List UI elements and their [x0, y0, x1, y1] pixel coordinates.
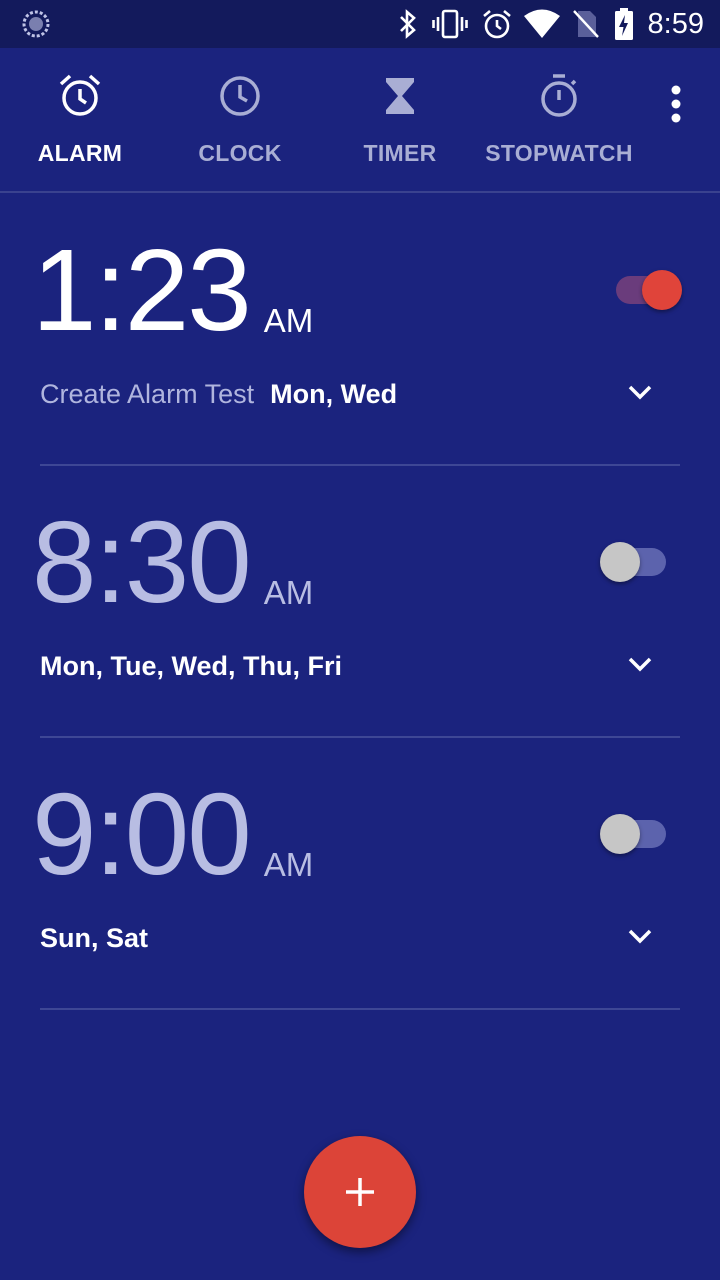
tab-label: STOPWATCH: [485, 140, 633, 166]
alarm-clock-icon: [56, 72, 104, 120]
alarm-ampm: AM: [263, 574, 314, 611]
no-sim-icon: [570, 8, 602, 40]
alarm-info[interactable]: Mon, Tue, Wed, Thu, Fri: [40, 646, 342, 686]
alarm-info[interactable]: Sun, Sat: [40, 918, 148, 958]
alarm-time-row[interactable]: 8:30 AM: [32, 502, 313, 622]
alarm-time[interactable]: 9:00: [32, 774, 252, 894]
alarm-item[interactable]: 8:30 AM Mon, Tue, Wed, Thu, Fri: [0, 466, 720, 738]
tab-label: TIMER: [363, 140, 437, 166]
bluetooth-icon: [394, 8, 422, 40]
chevron-down-icon: [628, 657, 652, 672]
alarm-item[interactable]: 1:23 AM Create Alarm Test Mon, Wed: [0, 194, 720, 466]
toggle-thumb: [600, 814, 640, 854]
alarm-days: Mon, Tue, Wed, Thu, Fri: [40, 651, 342, 681]
more-vert-icon: [671, 85, 681, 123]
loading-icon: [20, 8, 52, 40]
tab-label: CLOCK: [198, 140, 282, 166]
tabs-divider: [0, 191, 720, 193]
alarm-time[interactable]: 1:23: [32, 230, 252, 350]
status-bar: 8:59: [0, 0, 720, 48]
tab-clock[interactable]: CLOCK: [160, 48, 320, 192]
alarm-days: Mon, Wed: [270, 379, 398, 409]
alarm-toggle[interactable]: [616, 266, 696, 314]
tab-bar: ALARM CLOCK TIMER STOPWATCH: [0, 48, 720, 192]
expand-button[interactable]: [620, 916, 660, 956]
overflow-menu-button[interactable]: [652, 78, 700, 134]
wifi-icon: [522, 8, 562, 40]
alarm-toggle[interactable]: [600, 810, 680, 858]
tab-alarm[interactable]: ALARM: [0, 48, 160, 192]
alarm-label: Create Alarm Test: [40, 379, 255, 409]
alarm-days: Sun, Sat: [40, 923, 149, 953]
battery-charging-icon: [612, 8, 636, 40]
clock-icon: [216, 72, 264, 120]
tab-label: ALARM: [37, 140, 123, 166]
chevron-down-icon: [628, 385, 652, 400]
plus-icon: [346, 1178, 374, 1206]
alarm-item[interactable]: 9:00 AM Sun, Sat: [0, 738, 720, 1010]
alarm-ampm: AM: [263, 846, 314, 883]
stopwatch-icon: [535, 72, 583, 120]
add-alarm-button[interactable]: [304, 1136, 416, 1248]
hourglass-icon: [376, 72, 424, 120]
divider: [40, 1008, 680, 1010]
toggle-thumb: [642, 270, 682, 310]
alarm-icon: [480, 8, 514, 40]
vibrate-icon: [432, 8, 468, 40]
expand-button[interactable]: [620, 372, 660, 412]
alarm-time[interactable]: 8:30: [32, 502, 252, 622]
tab-timer[interactable]: TIMER: [320, 48, 480, 192]
alarm-time-row[interactable]: 1:23 AM: [32, 230, 313, 350]
alarm-toggle[interactable]: [600, 538, 680, 586]
tab-stopwatch[interactable]: STOPWATCH: [479, 48, 639, 192]
toggle-thumb: [600, 542, 640, 582]
status-time: 8:59: [647, 8, 704, 40]
expand-button[interactable]: [620, 644, 660, 684]
alarm-ampm: AM: [263, 302, 314, 339]
alarm-info[interactable]: Create Alarm Test Mon, Wed: [40, 374, 397, 414]
chevron-down-icon: [628, 929, 652, 944]
alarm-time-row[interactable]: 9:00 AM: [32, 774, 313, 894]
